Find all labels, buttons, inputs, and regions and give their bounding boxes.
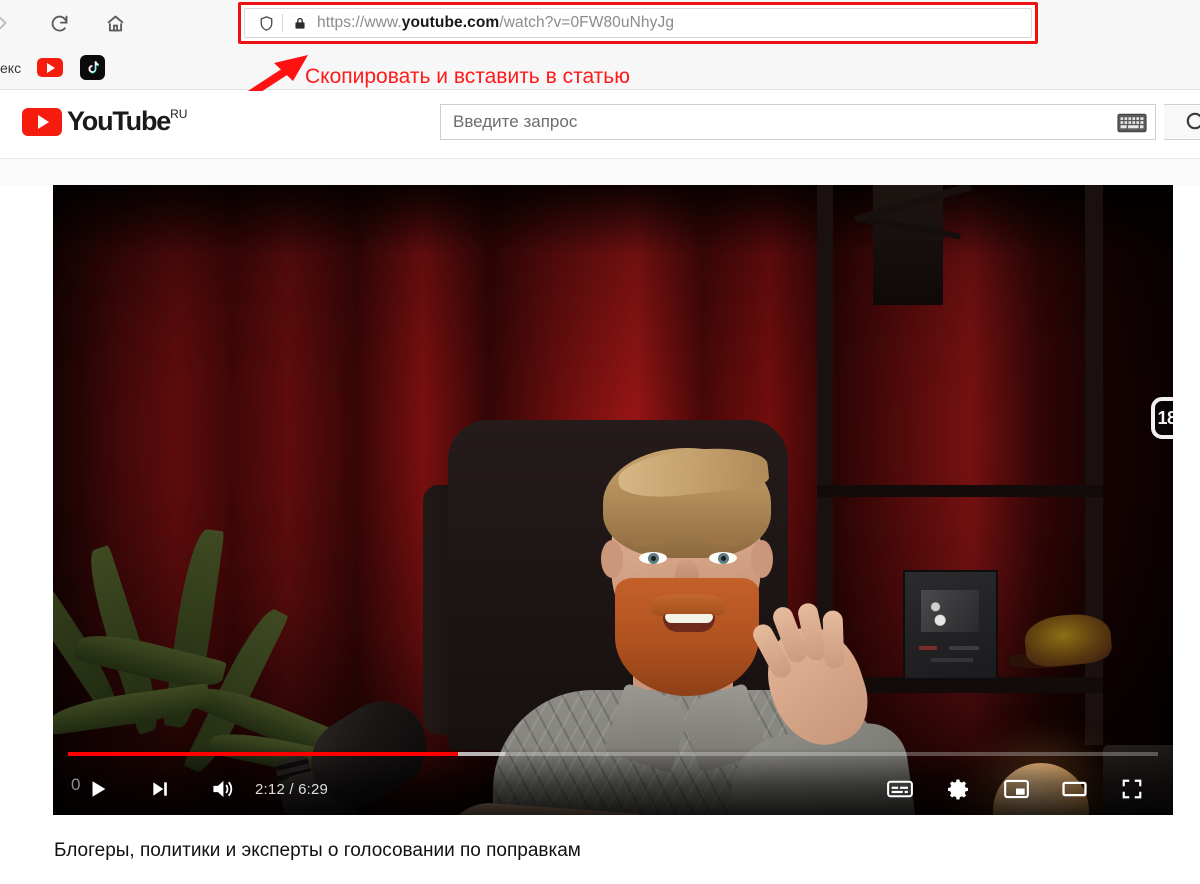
address-bar[interactable]: https://www.youtube.com/watch?v=0FW80uNh… <box>244 8 1032 38</box>
youtube-play-icon <box>22 108 62 136</box>
shield-icon[interactable] <box>253 14 279 33</box>
age-restriction-badge: 18+ <box>1151 397 1173 439</box>
browser-window: https://www.youtube.com/watch?v=0FW80uNh… <box>0 0 1200 884</box>
time-display: 2:12 / 6:29 <box>255 780 329 798</box>
theater-mode-icon[interactable] <box>1053 768 1095 810</box>
fullscreen-icon[interactable] <box>1111 768 1153 810</box>
home-icon[interactable] <box>98 6 132 40</box>
annotation-text: Скопировать и вставить в статью <box>305 65 630 88</box>
youtube-logo-text: YouTube <box>67 106 171 136</box>
keyboard-icon[interactable] <box>1115 111 1149 134</box>
bookmark-youtube[interactable] <box>37 55 64 81</box>
reload-icon[interactable] <box>42 6 76 40</box>
search-button[interactable] <box>1164 104 1200 140</box>
youtube-logo[interactable]: YouTube RU <box>22 105 187 137</box>
urlbar-divider <box>282 14 283 32</box>
play-icon[interactable] <box>77 768 119 810</box>
player-right-controls <box>879 768 1173 810</box>
age-badge-label: 18+ <box>1157 407 1173 428</box>
subtitles-icon[interactable] <box>879 768 921 810</box>
player-controls: 0 2:12 / 6:29 <box>53 747 1173 815</box>
forward-icon[interactable] <box>0 6 20 40</box>
video-title: Блогеры, политики и эксперты о голосован… <box>54 840 581 861</box>
shelf-cap <box>1022 611 1114 669</box>
url-text: https://www.youtube.com/watch?v=0FW80uNh… <box>317 14 675 31</box>
progress-bar[interactable] <box>68 752 1158 756</box>
volume-icon[interactable] <box>201 768 243 810</box>
video-frame: FEMINIST H L 18+ i <box>53 185 1173 815</box>
youtube-icon <box>37 58 64 77</box>
browser-toolbar: https://www.youtube.com/watch?v=0FW80uNh… <box>0 0 1200 46</box>
search-placeholder: Введите запрос <box>453 112 578 131</box>
progress-played <box>68 752 458 756</box>
shelf-poster <box>903 570 998 680</box>
page-band <box>0 159 1200 185</box>
tiktok-icon <box>79 55 105 80</box>
miniplayer-icon[interactable] <box>995 768 1037 810</box>
video-player[interactable]: FEMINIST H L 18+ i 0 <box>53 185 1173 815</box>
gear-icon[interactable] <box>937 768 979 810</box>
padlock-icon[interactable] <box>290 15 310 32</box>
address-bar-highlight: https://www.youtube.com/watch?v=0FW80uNh… <box>238 2 1038 44</box>
bookmark-tiktok[interactable] <box>79 55 105 81</box>
bookmark-yandex[interactable]: екс <box>0 60 21 76</box>
search-input[interactable]: Введите запрос <box>440 104 1156 140</box>
next-track-icon[interactable] <box>139 768 181 810</box>
youtube-logo-region: RU <box>170 107 188 121</box>
